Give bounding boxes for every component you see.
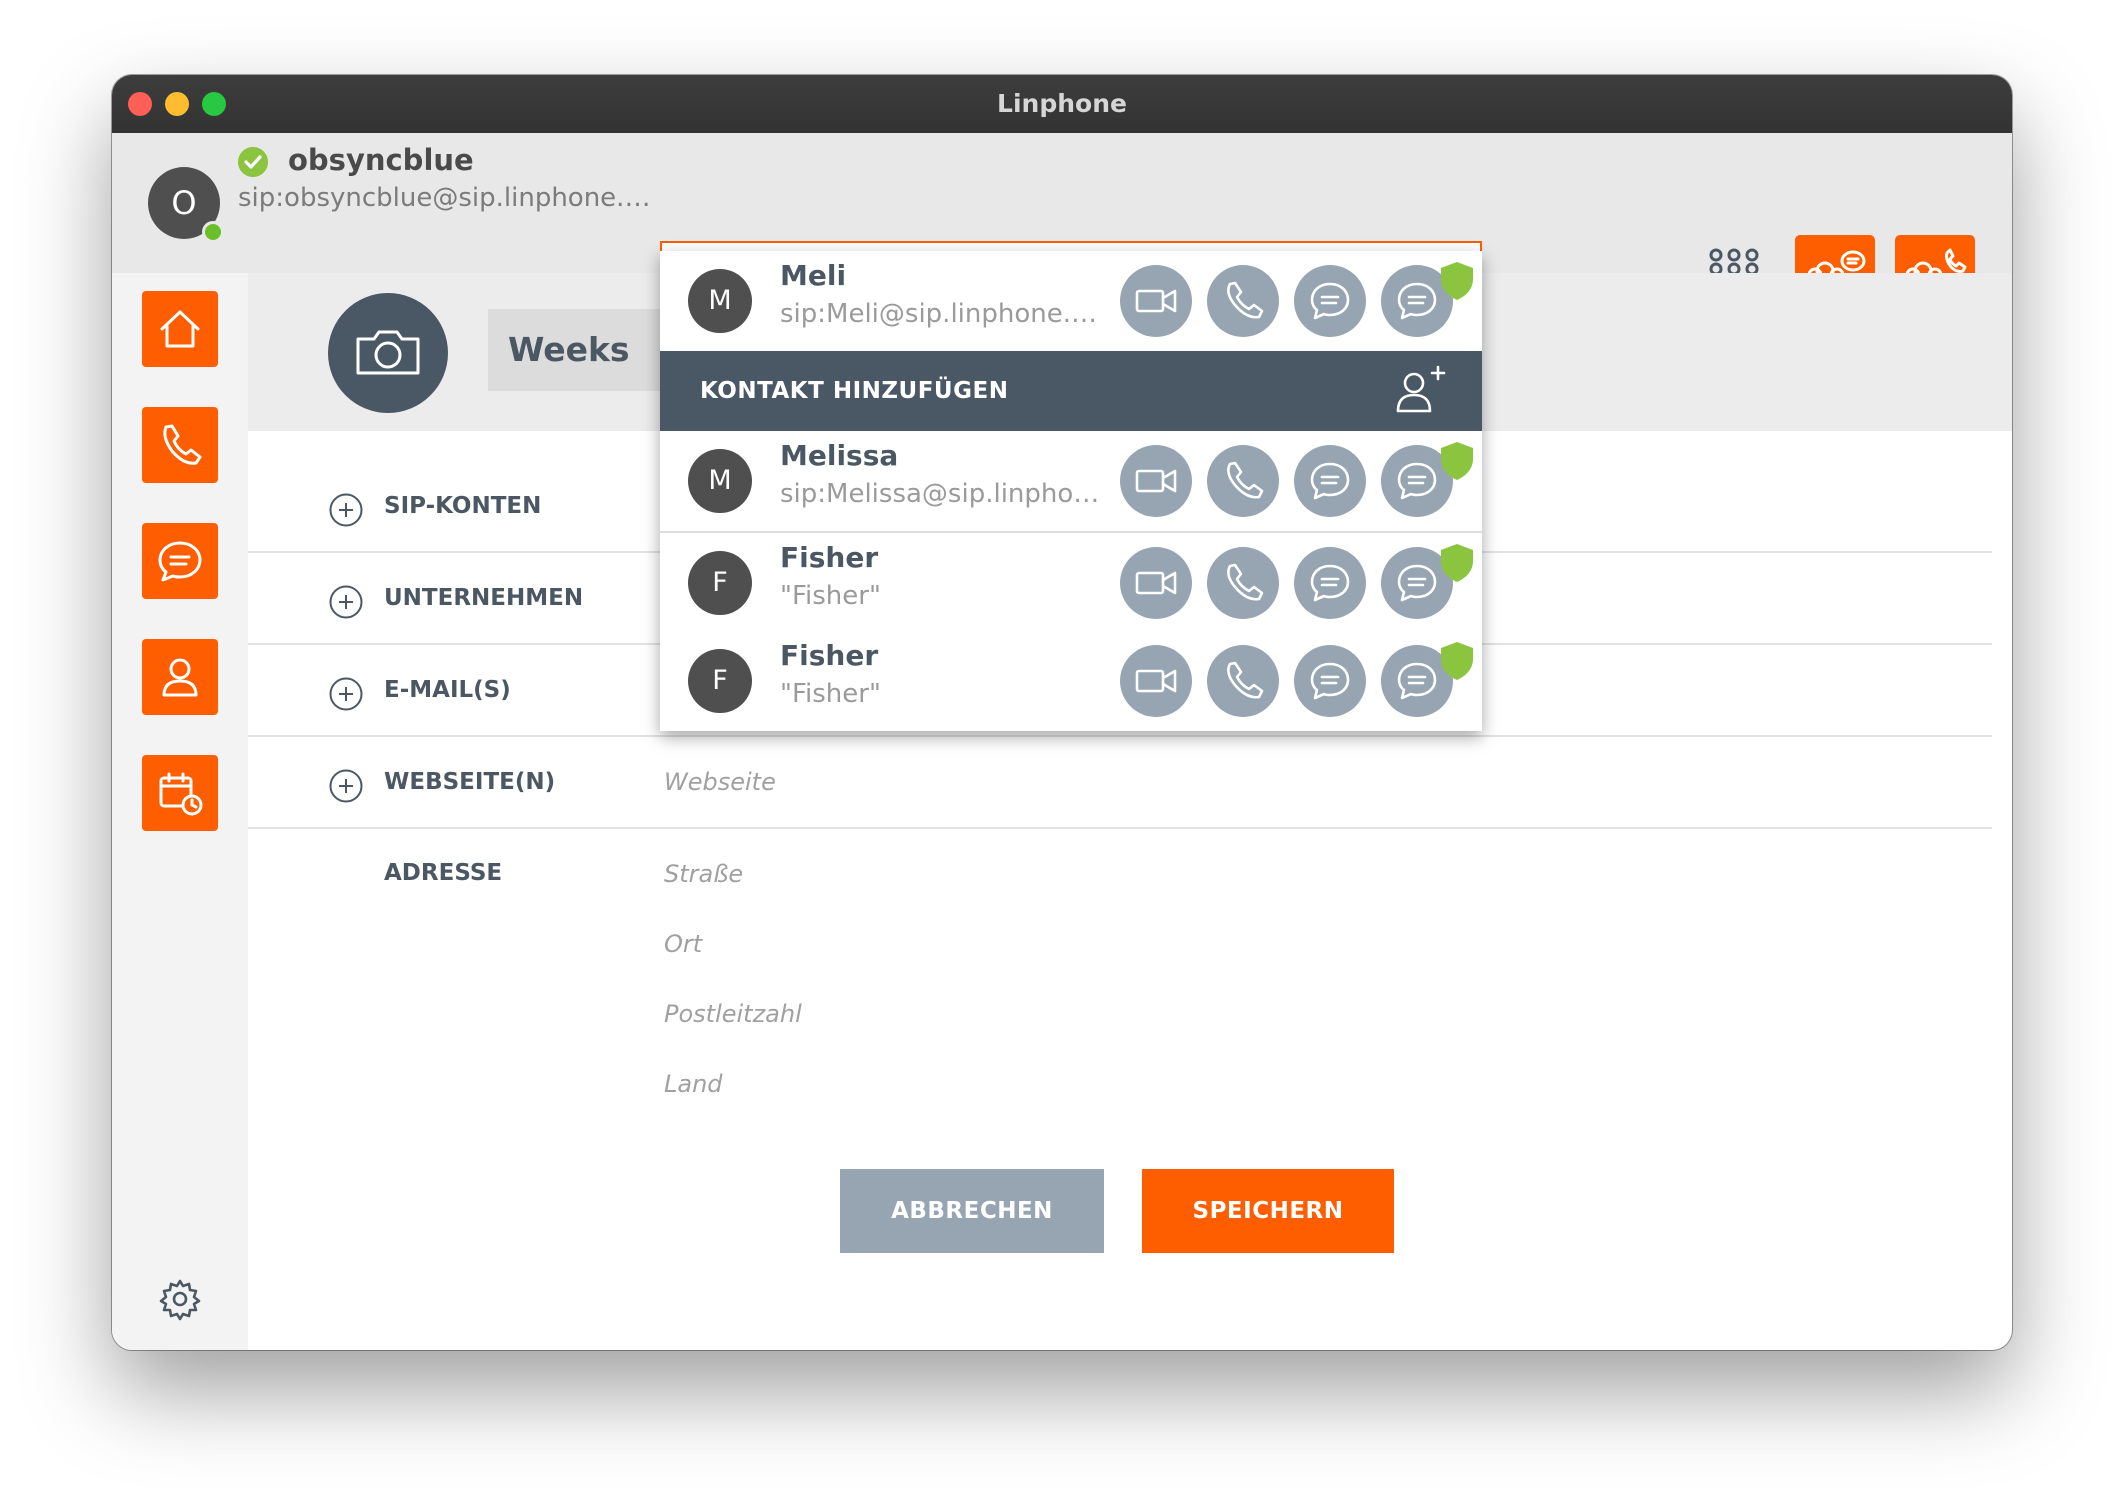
settings-gear-icon[interactable] — [156, 1275, 204, 1323]
section-emails: E-MAIL(S) — [384, 677, 511, 703]
audio-call-button[interactable] — [1207, 445, 1279, 517]
video-call-icon — [1135, 571, 1177, 595]
video-call-button[interactable] — [1120, 645, 1192, 717]
registered-check-icon — [238, 147, 268, 177]
add-email-icon[interactable] — [328, 676, 364, 712]
save-button[interactable]: SPEICHERN — [1142, 1169, 1394, 1253]
chat-icon — [158, 541, 202, 582]
secure-chat-icon — [1397, 282, 1437, 320]
secure-shield-icon — [1441, 442, 1473, 480]
secure-shield-icon — [1441, 544, 1473, 582]
account-sip-address: sip:obsyncblue@sip.linphone.o... — [238, 183, 658, 213]
window-title: Linphone — [997, 89, 1127, 118]
divider — [248, 735, 1992, 737]
contact-avatar: F — [688, 649, 752, 713]
camera-icon — [356, 330, 420, 375]
video-call-button[interactable] — [1120, 265, 1192, 337]
phone-icon — [1227, 563, 1264, 601]
presence-online-dot — [202, 221, 224, 243]
secure-shield-icon — [1441, 262, 1473, 300]
chat-icon — [1310, 282, 1350, 320]
nav-chat[interactable] — [142, 523, 218, 599]
secure-chat-icon — [1397, 662, 1437, 700]
country-input[interactable]: Land — [664, 1070, 723, 1098]
phone-icon — [1227, 461, 1264, 499]
cancel-button[interactable]: ABBRECHEN — [840, 1169, 1104, 1253]
nav-contacts[interactable] — [142, 639, 218, 715]
search-result-item[interactable]: F Fisher "Fisher" — [660, 631, 1482, 731]
add-contact-button[interactable]: KONTAKT HINZUFÜGEN — [660, 351, 1482, 431]
add-company-icon[interactable] — [328, 584, 364, 620]
result-address: sip:Meli@sip.linphone.org — [780, 299, 1110, 329]
result-name: Melissa — [780, 439, 899, 472]
audio-call-button[interactable] — [1207, 645, 1279, 717]
search-result-item[interactable]: F Fisher "Fisher" — [660, 533, 1482, 633]
chat-icon — [1310, 462, 1350, 500]
search-result-item[interactable]: M Meli sip:Meli@sip.linphone.org — [660, 251, 1482, 351]
account-username[interactable]: obsyncblue — [288, 143, 474, 177]
contact-avatar: M — [688, 449, 752, 513]
avatar-upload-button[interactable] — [328, 293, 448, 413]
chat-button[interactable] — [1294, 645, 1366, 717]
video-call-button[interactable] — [1120, 547, 1192, 619]
chat-button[interactable] — [1294, 265, 1366, 337]
postal-code-input[interactable]: Postleitzahl — [664, 1000, 802, 1028]
home-icon — [160, 310, 200, 348]
secure-chat-icon — [1397, 564, 1437, 602]
sidebar — [112, 273, 248, 1350]
phone-icon — [163, 424, 202, 465]
video-call-button[interactable] — [1120, 445, 1192, 517]
search-result-item[interactable]: M Melissa sip:Melissa@sip.linphone.... — [660, 431, 1482, 531]
chat-icon — [1310, 662, 1350, 700]
contact-avatar: M — [688, 269, 752, 333]
street-input[interactable]: Straße — [664, 860, 743, 888]
audio-call-button[interactable] — [1207, 547, 1279, 619]
chat-button[interactable] — [1294, 445, 1366, 517]
chat-button[interactable] — [1294, 547, 1366, 619]
result-name: Fisher — [780, 639, 879, 672]
section-company: UNTERNEHMEN — [384, 585, 584, 611]
result-address: sip:Melissa@sip.linphone.... — [780, 479, 1110, 509]
add-contact-icon — [1396, 365, 1446, 413]
video-call-icon — [1135, 669, 1177, 693]
website-input[interactable]: Webseite — [664, 768, 776, 796]
section-sip-accounts: SIP-KONTEN — [384, 493, 542, 519]
title-bar: Linphone — [112, 75, 2012, 134]
video-call-icon — [1135, 289, 1177, 313]
audio-call-button[interactable] — [1207, 265, 1279, 337]
result-address: "Fisher" — [780, 679, 881, 709]
section-address: ADRESSE — [384, 860, 503, 886]
contact-avatar: F — [688, 551, 752, 615]
add-website-icon[interactable] — [328, 768, 364, 804]
phone-icon — [1227, 661, 1264, 699]
result-name: Meli — [780, 259, 847, 292]
add-contact-label: KONTAKT HINZUFÜGEN — [700, 378, 1009, 404]
result-address: "Fisher" — [780, 581, 881, 611]
phone-icon — [1227, 281, 1264, 319]
contact-icon — [162, 658, 198, 697]
nav-meetings[interactable] — [142, 755, 218, 831]
chat-icon — [1310, 564, 1350, 602]
app-window: Linphone O obsyncblue sip:obsyncblue@sip… — [112, 75, 2012, 1350]
section-websites: WEBSEITE(N) — [384, 769, 556, 795]
city-input[interactable]: Ort — [664, 930, 702, 958]
add-sip-account-icon[interactable] — [328, 492, 364, 528]
video-call-icon — [1135, 469, 1177, 493]
search-results-dropdown: M Meli sip:Meli@sip.linphone.org KONTAKT… — [660, 251, 1482, 731]
secure-chat-icon — [1397, 462, 1437, 500]
result-name: Fisher — [780, 541, 879, 574]
calendar-icon — [159, 772, 203, 816]
secure-shield-icon — [1441, 642, 1473, 680]
divider — [248, 827, 1992, 829]
nav-calls[interactable] — [142, 407, 218, 483]
nav-home[interactable] — [142, 291, 218, 367]
